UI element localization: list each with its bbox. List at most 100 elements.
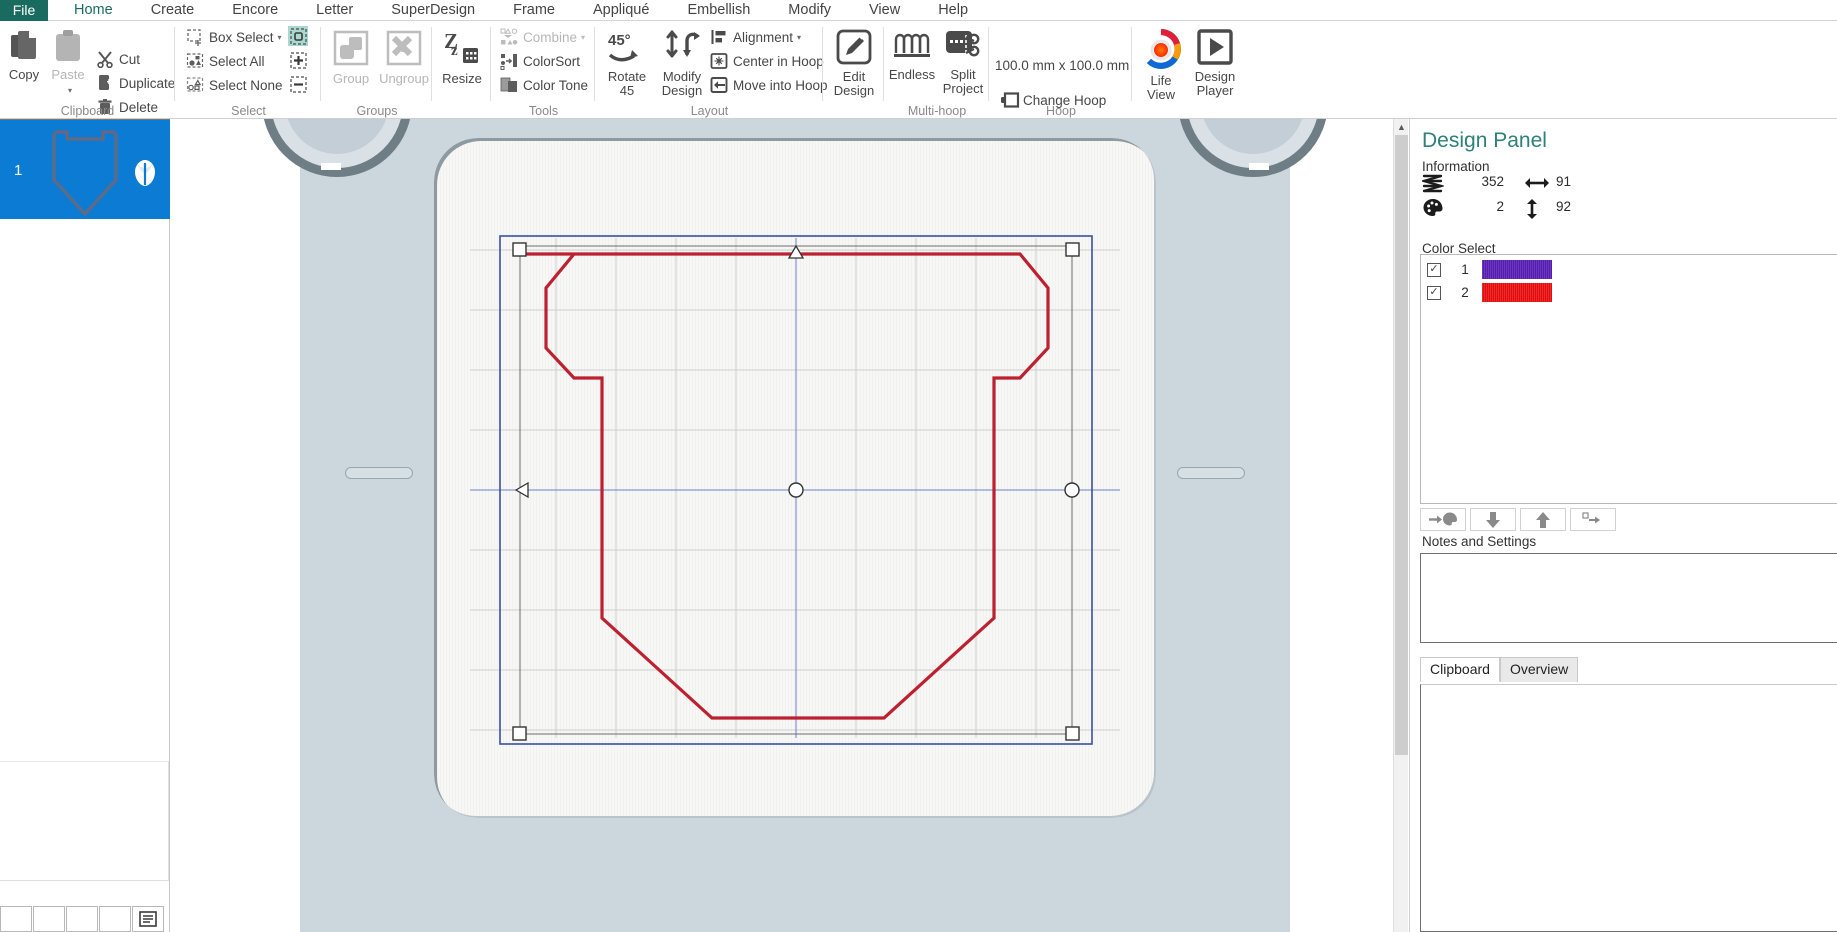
move-into-hoop-label: Move into Hoop [733,77,828,93]
tab-help[interactable]: Help [919,0,987,21]
ribbon-group-groups: Group Ungroup Groups [322,21,432,119]
color-select-list[interactable]: ✓ 1 ✓ 2 [1420,254,1837,504]
resize-icon: Zz [436,29,488,70]
select-all-button[interactable]: Select All [186,50,265,72]
tab-create[interactable]: Create [132,0,214,21]
colorsort-button[interactable]: ColorSort [500,50,580,72]
cut-label: Cut [119,51,141,67]
left-tool-3[interactable] [66,906,98,932]
selection-handle-top-left[interactable] [512,242,527,257]
life-view-button[interactable]: Life View [1135,28,1187,102]
rotate-handle-left[interactable] [514,481,529,499]
copy-button[interactable]: Copy [2,29,46,82]
select-none-label: Select None [209,77,283,93]
canvas-vertical-scrollbar[interactable]: ▲ [1393,119,1408,932]
modify-design-label: Modify Design [661,69,703,98]
group-divider [490,27,491,101]
alignment-button[interactable]: Alignment ▾ [710,26,801,48]
list-item[interactable]: 1 [0,119,170,219]
tab-letter[interactable]: Letter [297,0,372,21]
design-player-button[interactable]: Design Player [1189,29,1241,98]
change-color-button[interactable] [1420,508,1466,531]
center-origin-handle[interactable] [788,482,804,498]
scissors-icon [96,50,114,69]
move-up-button[interactable] [1520,508,1566,531]
replace-selection-icon[interactable] [288,26,308,46]
group-label-layout: Layout [690,104,729,118]
selection-handle-bottom-left[interactable] [512,726,527,741]
left-tool-2[interactable] [33,906,65,932]
notes-textarea[interactable] [1420,553,1837,643]
chevron-down-icon[interactable]: ▾ [797,33,801,42]
center-in-hoop-label: Center in Hoop [733,53,824,69]
clipboard-list: 1 [0,119,170,219]
clipboard-pane[interactable] [1420,684,1837,932]
combine-button[interactable]: Combine ▾ [500,26,585,48]
move-into-hoop-button[interactable]: Move into Hoop [710,74,828,96]
center-in-hoop-button[interactable]: Center in Hoop [710,50,824,72]
color-swatch[interactable] [1482,260,1552,279]
right-center-handle[interactable] [1064,482,1080,498]
left-tool-5[interactable] [132,906,164,932]
chevron-down-icon[interactable]: ▾ [52,84,88,98]
left-tool-1[interactable] [0,906,32,932]
endless-button[interactable]: Endless [887,29,937,82]
select-none-button[interactable]: Select None [186,74,283,96]
color-row[interactable]: ✓ 2 [1421,282,1837,303]
shield-banner-thumbnail-icon [45,122,125,223]
hoop-size-label: 100.0 mm x 100.0 mm [995,58,1130,73]
modify-design-button[interactable]: Modify Design [656,29,708,98]
move-down-button[interactable] [1470,508,1516,531]
rotate-45-icon: 45° [600,29,654,68]
small-square-arrow-icon [1582,512,1600,524]
resize-button[interactable]: Zz Resize [436,29,488,86]
tab-clipboard[interactable]: Clipboard [1420,657,1500,682]
colortone-button[interactable]: Color Tone [500,74,588,96]
tab-embellish[interactable]: Embellish [668,0,769,21]
color-row[interactable]: ✓ 1 [1421,259,1837,280]
hoop-screw-top-right [1178,119,1328,177]
tab-home[interactable]: Home [55,0,132,21]
ungroup-button[interactable]: Ungroup [378,29,430,86]
tab-modify[interactable]: Modify [769,0,850,21]
endless-label: Endless [888,67,936,82]
chevron-down-icon[interactable]: ▾ [278,33,282,42]
design-canvas[interactable] [171,119,1393,932]
hoop-fabric-area[interactable] [434,138,1156,818]
group-label-select: Select [231,104,266,118]
tab-encore[interactable]: Encore [213,0,297,21]
tab-file[interactable]: File [0,0,48,21]
height-value: 92 [1556,199,1572,214]
left-tool-4[interactable] [99,906,131,932]
tab-view[interactable]: View [850,0,919,21]
edit-design-button[interactable]: Edit Design [826,29,882,98]
rotate-handle-top[interactable] [787,244,805,259]
chevron-down-icon[interactable]: ▾ [581,33,585,42]
cut-button[interactable]: Cut [96,48,140,70]
scroll-up-arrow-icon[interactable]: ▲ [1394,119,1409,134]
color-swatch[interactable] [1482,283,1552,302]
group-divider [594,27,595,101]
color-visibility-checkbox[interactable]: ✓ [1427,262,1441,277]
tab-superdesign[interactable]: SuperDesign [372,0,494,21]
stitch-count-value: 352 [1481,174,1504,189]
selection-handle-top-right[interactable] [1065,242,1080,257]
tab-overview[interactable]: Overview [1499,657,1579,682]
group-button[interactable]: Group [326,29,376,86]
paste-button[interactable]: Paste ▾ [48,29,88,98]
selection-handle-bottom-right[interactable] [1065,726,1080,741]
box-select-button[interactable]: Box Select ▾ [186,26,282,48]
add-color-button[interactable] [1570,508,1616,531]
split-project-button[interactable]: Split Project [939,29,987,96]
tab-applique[interactable]: Appliqué [574,0,668,21]
box-select-label: Box Select [209,29,274,45]
tab-frame[interactable]: Frame [494,0,574,21]
rotate-45-button[interactable]: 45° Rotate 45 [600,29,654,98]
color-visibility-checkbox[interactable]: ✓ [1427,285,1441,300]
add-to-selection-icon[interactable] [288,50,308,70]
remove-from-selection-icon[interactable] [288,74,308,94]
duplicate-button[interactable]: Duplicate [96,72,175,94]
scrollbar-thumb[interactable] [1395,135,1408,755]
modify-design-icon [656,29,708,68]
paste-label: Paste [51,67,85,82]
